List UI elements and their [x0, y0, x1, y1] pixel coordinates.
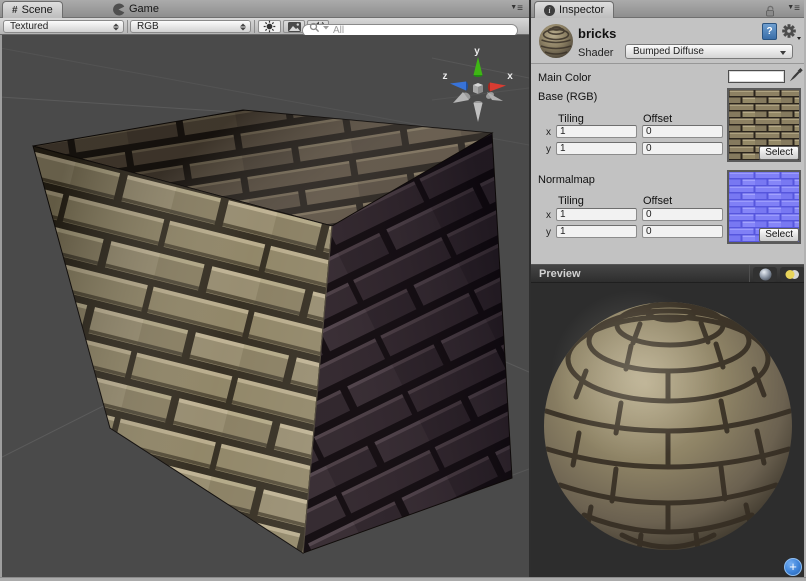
shader-dropdown[interactable]: Bumped Diffuse — [625, 44, 793, 59]
tab-game-label: Game — [129, 3, 159, 15]
normalmap-select-button[interactable]: Select — [759, 228, 799, 242]
material-header: bricks Shader Bumped Diffuse ? — [531, 18, 806, 64]
base-x-label: x — [546, 127, 551, 138]
sun-icon — [263, 20, 276, 33]
color-mode-dropdown[interactable]: RGB — [130, 20, 251, 33]
toolbar-separator — [127, 20, 128, 33]
normalmap-label: Normalmap — [538, 174, 595, 186]
unity-editor-window: # Scene Game ▼≡ Textured RGB — [0, 0, 806, 581]
draw-mode-value: Textured — [10, 21, 48, 32]
lights-icon — [784, 268, 801, 281]
shader-value: Bumped Diffuse — [633, 46, 704, 57]
base-texture-thumbnail[interactable]: Select — [727, 88, 801, 162]
normalmap-y-label: y — [546, 227, 551, 238]
lighting-toggle-button[interactable] — [258, 20, 281, 33]
scene-gizmo[interactable]: y x z — [443, 46, 514, 122]
window-edge-bottom — [0, 577, 806, 581]
preview-lighting-button[interactable] — [780, 267, 805, 282]
gizmo-x-axis[interactable] — [488, 83, 506, 92]
scene-search — [302, 20, 518, 33]
scene-toolbar: Textured RGB — [0, 18, 529, 35]
base-tiling-y-field[interactable] — [556, 142, 637, 155]
tab-inspector[interactable]: i Inspector — [534, 1, 614, 18]
gear-icon — [781, 23, 797, 39]
game-pacman-icon — [112, 3, 125, 16]
add-preview-button[interactable]: + — [784, 558, 802, 576]
preview-header[interactable]: Preview — [531, 264, 806, 283]
scene-viewport[interactable]: y x z — [0, 35, 529, 577]
scene-tabbar: # Scene Game ▼≡ — [0, 0, 529, 18]
normalmap-texture-thumbnail[interactable]: Select — [727, 170, 801, 244]
gizmo-z-label: z — [443, 71, 448, 82]
window-edge-left — [0, 35, 2, 577]
normalmap-tiling-label: Tiling — [558, 195, 584, 207]
gizmo-x-label: x — [507, 71, 513, 82]
eyedropper-icon[interactable] — [787, 66, 803, 86]
preview-header-separator — [749, 265, 750, 282]
inspector-panel-menu-icon[interactable]: ▼≡ — [787, 3, 800, 14]
info-icon: i — [544, 5, 555, 16]
base-tiling-x-field[interactable] — [556, 125, 637, 138]
base-tiling-label: Tiling — [558, 113, 584, 125]
gizmo-cube-icon — [473, 83, 483, 94]
material-properties: Main Color Base (RGB) — [531, 64, 806, 264]
material-name: bricks — [578, 26, 616, 41]
scene-panel-menu-icon[interactable]: ▼≡ — [510, 3, 523, 14]
base-select-button[interactable]: Select — [759, 146, 799, 160]
tab-inspector-label: Inspector — [559, 4, 604, 16]
scene-grid-icon: # — [12, 5, 18, 16]
inspector-tabbar: i Inspector ▼≡ — [531, 0, 806, 18]
main-color-swatch[interactable] — [728, 70, 785, 83]
gizmo-y-label: y — [474, 46, 480, 57]
gizmo-negative-axes[interactable] — [453, 91, 503, 122]
settings-menu[interactable] — [781, 23, 800, 40]
toolbar-separator — [254, 20, 255, 33]
base-offset-y-field[interactable] — [642, 142, 723, 155]
base-rgb-label: Base (RGB) — [538, 91, 597, 103]
tab-scene[interactable]: # Scene — [2, 1, 63, 18]
draw-mode-dropdown[interactable]: Textured — [3, 20, 124, 33]
image-icon — [287, 21, 302, 33]
gizmo-z-axis[interactable] — [450, 82, 468, 91]
preview-title: Preview — [539, 268, 581, 280]
brick-cube[interactable] — [33, 110, 512, 553]
shader-label: Shader — [578, 47, 613, 59]
tab-scene-label: Scene — [22, 4, 53, 16]
stepper-icon — [113, 23, 119, 30]
panel-divider[interactable] — [529, 0, 531, 577]
sphere-icon — [759, 268, 772, 281]
tab-game[interactable]: Game — [103, 0, 168, 18]
color-mode-value: RGB — [137, 21, 159, 32]
stepper-icon — [240, 23, 246, 30]
base-offset-x-field[interactable] — [642, 125, 723, 138]
material-ball-thumbnail — [538, 23, 574, 59]
preview-mesh-button[interactable] — [753, 267, 777, 282]
normalmap-offset-x-field[interactable] — [642, 208, 723, 221]
base-offset-label: Offset — [643, 113, 672, 125]
normalmap-x-label: x — [546, 210, 551, 221]
base-y-label: y — [546, 144, 551, 155]
main-color-label: Main Color — [538, 72, 591, 84]
help-icon[interactable]: ? — [762, 23, 777, 40]
normalmap-tiling-y-field[interactable] — [556, 225, 637, 238]
normalmap-offset-label: Offset — [643, 195, 672, 207]
normalmap-offset-y-field[interactable] — [642, 225, 723, 238]
material-preview[interactable]: + — [531, 283, 806, 577]
preview-sphere — [531, 283, 806, 577]
normalmap-tiling-x-field[interactable] — [556, 208, 637, 221]
chevron-down-icon — [780, 51, 786, 55]
